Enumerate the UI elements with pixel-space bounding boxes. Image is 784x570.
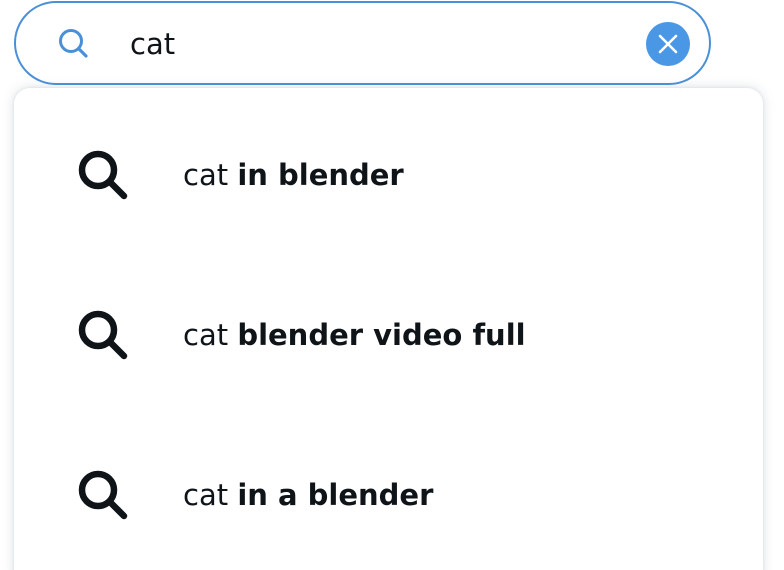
suggestion-item[interactable]: cat in blender	[14, 88, 763, 248]
search-suggestions-dropdown: cat in blender cat blender video full ca…	[14, 88, 763, 570]
suggestion-label: cat blender video full	[183, 315, 526, 355]
clear-search-button[interactable]	[646, 22, 690, 66]
search-icon	[74, 146, 132, 204]
suggestion-item[interactable]: cat in a blender	[14, 408, 763, 568]
suggestion-completion-text: blender video full	[237, 318, 526, 352]
close-icon	[658, 34, 678, 54]
suggestion-label: cat in a blender	[183, 475, 433, 515]
suggestion-completion-text: in a blender	[237, 478, 434, 512]
search-icon	[74, 466, 132, 524]
search-icon	[74, 306, 132, 364]
suggestion-completion-text: in blender	[237, 158, 404, 192]
search-page: cat in blender cat blender video full ca…	[0, 0, 784, 570]
search-input[interactable]	[130, 19, 630, 69]
suggestion-typed-text: cat	[183, 478, 229, 512]
suggestion-label: cat in blender	[183, 155, 404, 195]
search-icon	[56, 26, 92, 62]
suggestion-typed-text: cat	[183, 318, 229, 352]
search-bar[interactable]	[14, 1, 711, 85]
suggestion-item[interactable]: cat blender video full	[14, 248, 763, 408]
suggestion-typed-text: cat	[183, 158, 229, 192]
